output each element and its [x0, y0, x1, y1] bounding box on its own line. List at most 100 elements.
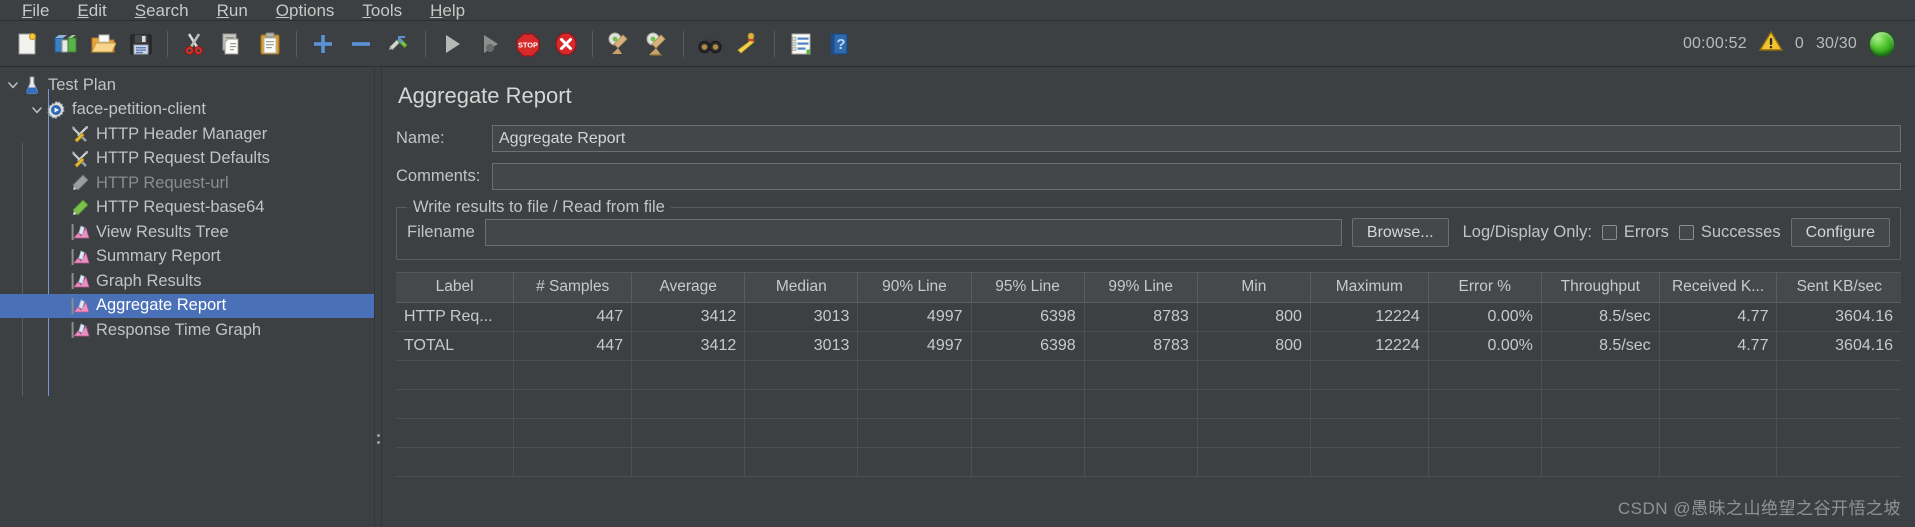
- function-helper-icon[interactable]: [784, 27, 818, 61]
- table-empty-cell: [513, 447, 633, 477]
- tree-item-view-results-tree[interactable]: View Results Tree: [0, 220, 374, 245]
- clear-gear-broom-icon[interactable]: [602, 27, 636, 61]
- errors-checkbox-box[interactable]: [1601, 225, 1617, 240]
- filename-label: Filename: [407, 223, 475, 241]
- play-start-icon[interactable]: [435, 27, 469, 61]
- new-document-icon[interactable]: [10, 27, 44, 61]
- binoculars-search-icon[interactable]: [693, 27, 727, 61]
- column-header-samples[interactable]: # Samples: [513, 273, 633, 303]
- warning-triangle-icon[interactable]: [1758, 30, 1784, 57]
- table-empty-cell: [1776, 389, 1901, 419]
- log-display-only-label: Log/Display Only:: [1462, 223, 1592, 241]
- test-plan-tree[interactable]: Test Plan face-petition-client HTTP Header…: [0, 67, 374, 526]
- column-header-99-line[interactable]: 99% Line: [1084, 273, 1198, 303]
- menu-item-search[interactable]: Search: [121, 0, 203, 21]
- errors-checkbox[interactable]: Errors: [1601, 223, 1669, 242]
- copy-pages-icon[interactable]: [215, 27, 249, 61]
- cell-sent-kb-sec: 3604.16: [1776, 302, 1901, 332]
- table-empty-cell: [1310, 418, 1429, 448]
- column-header-min[interactable]: Min: [1197, 273, 1311, 303]
- column-header-received-k[interactable]: Received K...: [1659, 273, 1778, 303]
- table-empty-cell: [971, 389, 1085, 419]
- menu-item-file[interactable]: File: [8, 0, 63, 21]
- menu-item-edit[interactable]: Edit: [63, 0, 120, 21]
- menu-item-run[interactable]: Run: [203, 0, 262, 21]
- browse-button[interactable]: Browse...: [1351, 218, 1449, 247]
- minus-icon[interactable]: [344, 27, 378, 61]
- listener-chart-icon: [70, 247, 90, 267]
- tree-item-http-header-manager[interactable]: HTTP Header Manager: [0, 122, 374, 147]
- clear-all-broom-icon[interactable]: [640, 27, 674, 61]
- help-book-icon[interactable]: ?: [822, 27, 856, 61]
- column-header-95-line[interactable]: 95% Line: [971, 273, 1085, 303]
- tree-item-response-time-graph[interactable]: Response Time Graph: [0, 318, 374, 343]
- split-grip-dot: [377, 441, 380, 444]
- chevron-down-icon[interactable]: [28, 101, 46, 119]
- table-row[interactable]: HTTP Req... 447 3412 3013 4997 6398 8783 800 122…: [396, 302, 1901, 332]
- toggle-pencil-icon[interactable]: [382, 27, 416, 61]
- tree-item-http-request-defaults[interactable]: HTTP Request Defaults: [0, 147, 374, 172]
- listener-chart-icon: [70, 296, 90, 316]
- column-header-error[interactable]: Error %: [1428, 273, 1542, 303]
- table-empty-row: [396, 447, 1901, 477]
- menu-item-options[interactable]: Options: [262, 0, 349, 21]
- menu-item-help[interactable]: Help: [416, 0, 479, 21]
- cell-average: 3412: [631, 331, 746, 361]
- stop-sign-icon[interactable]: STOP: [511, 27, 545, 61]
- column-header-throughput[interactable]: Throughput: [1541, 273, 1660, 303]
- table-empty-cell: [744, 447, 859, 477]
- menu-item-tools[interactable]: Tools: [348, 0, 416, 21]
- table-empty-cell: [857, 360, 972, 390]
- name-label: Name:: [396, 129, 445, 147]
- table-empty-cell: [1541, 389, 1660, 419]
- tree-item-face-petition-client[interactable]: face-petition-client: [0, 98, 374, 123]
- successes-checkbox[interactable]: Successes: [1678, 223, 1781, 242]
- test-plan-flask-icon: [22, 75, 42, 95]
- split-divider[interactable]: [374, 67, 382, 526]
- split-grip-dot: [377, 434, 380, 437]
- play-no-pause-icon[interactable]: [473, 27, 507, 61]
- name-input[interactable]: [492, 125, 1901, 152]
- tree-twisty-placeholder: [52, 223, 70, 241]
- comments-input[interactable]: [492, 163, 1901, 190]
- column-header-maximum[interactable]: Maximum: [1310, 273, 1429, 303]
- save-floppy-icon[interactable]: [124, 27, 158, 61]
- results-table-wrap: Label # Samples Average Median 90% Line 95% L…: [396, 272, 1901, 526]
- table-empty-cell: [1197, 360, 1311, 390]
- cell-90-line: 4997: [857, 331, 972, 361]
- successes-checkbox-box[interactable]: [1678, 225, 1694, 240]
- tree-item-test-plan[interactable]: Test Plan: [0, 73, 374, 98]
- cut-scissors-icon[interactable]: [177, 27, 211, 61]
- column-header-90-line[interactable]: 90% Line: [857, 273, 972, 303]
- column-header-label[interactable]: Label: [396, 273, 515, 303]
- cell-samples: 447: [513, 331, 633, 361]
- tree-item-graph-results[interactable]: Graph Results: [0, 269, 374, 294]
- reset-search-broom-icon[interactable]: [731, 27, 765, 61]
- toolbar: STOP ? 00:00:52 0 30/30: [0, 21, 1915, 67]
- cell-average: 3412: [631, 302, 746, 332]
- templates-icon[interactable]: [48, 27, 82, 61]
- tree-item-aggregate-report[interactable]: Aggregate Report: [0, 293, 374, 318]
- listener-chart-icon: [70, 271, 90, 291]
- shutdown-x-icon[interactable]: [549, 27, 583, 61]
- tree-item-http-request-url[interactable]: HTTP Request-url: [0, 171, 374, 196]
- tree-item-summary-report[interactable]: Summary Report: [0, 245, 374, 270]
- toolbar-separator: [774, 30, 775, 57]
- column-header-average[interactable]: Average: [631, 273, 746, 303]
- paste-clipboard-icon[interactable]: [253, 27, 287, 61]
- active-threads-count: 30/30: [1815, 34, 1857, 52]
- running-green-indicator: [1869, 30, 1895, 57]
- sampler-pen-green-icon: [70, 198, 90, 218]
- tree-twisty-placeholder: [52, 248, 70, 266]
- column-header-median[interactable]: Median: [744, 273, 859, 303]
- chevron-down-icon[interactable]: [4, 76, 22, 94]
- table-row[interactable]: TOTAL 447 3412 3013 4997 6398 8783 800 12224 0.00…: [396, 331, 1901, 361]
- tree-item-http-request-base64[interactable]: HTTP Request-base64: [0, 196, 374, 221]
- tree-twisty-placeholder: [52, 174, 70, 192]
- configure-button[interactable]: Configure: [1790, 218, 1890, 247]
- table-empty-cell: [971, 360, 1085, 390]
- open-folder-icon[interactable]: [86, 27, 120, 61]
- column-header-sent-kb-sec[interactable]: Sent KB/sec: [1776, 273, 1901, 303]
- plus-icon[interactable]: [306, 27, 340, 61]
- filename-input[interactable]: [484, 219, 1342, 246]
